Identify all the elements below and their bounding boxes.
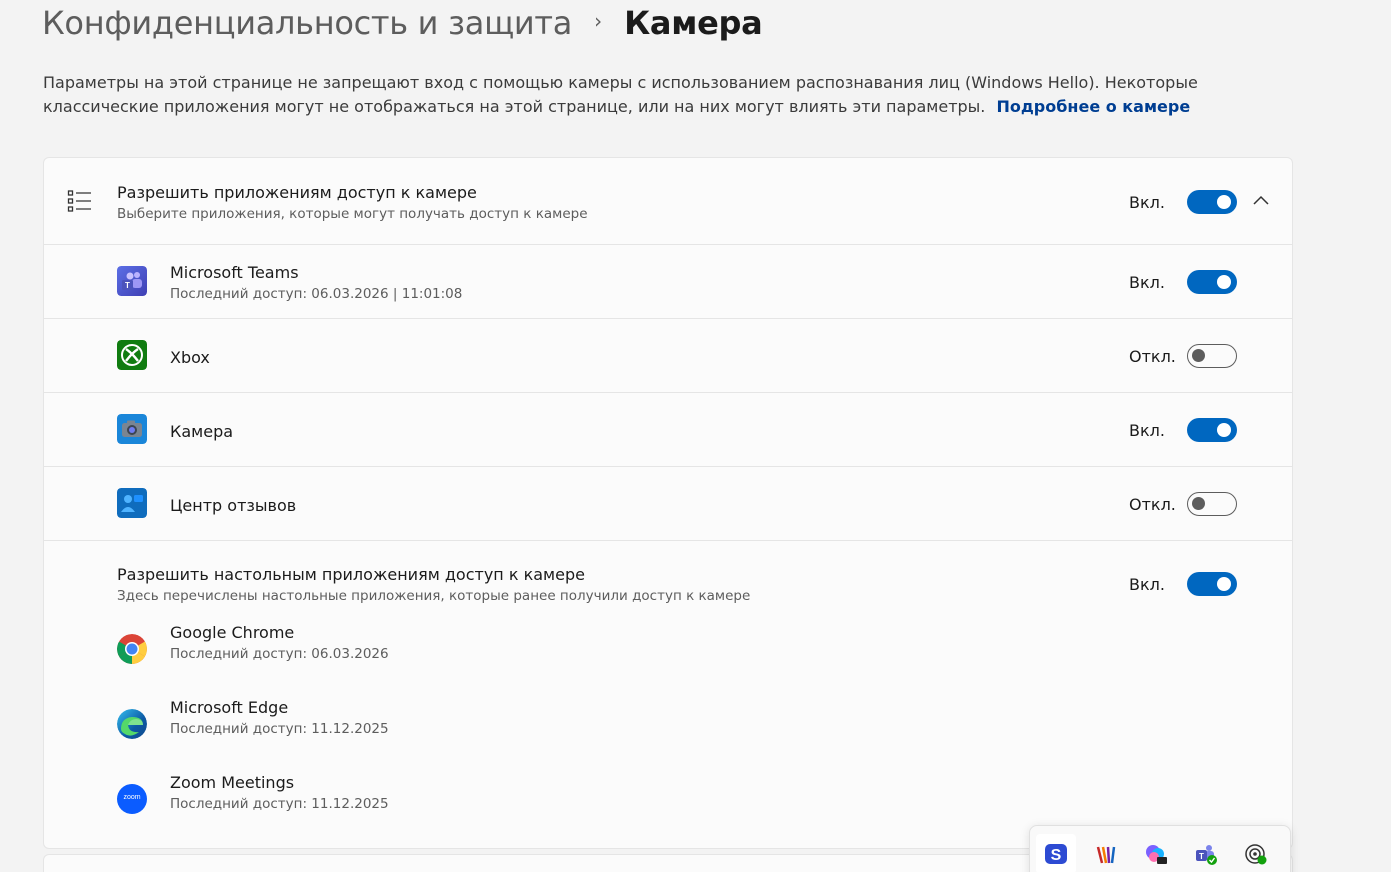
app-toggle-feedback-hub[interactable] [1187,492,1237,516]
app-toggle-camera[interactable] [1187,418,1237,442]
desktop-app-last-access-edge: Последний доступ: 11.12.2025 [170,721,389,737]
zoom-icon-text: zoom [123,794,141,801]
desktop-app-last-access-zoom: Последний доступ: 11.12.2025 [170,796,389,812]
desktop-access-state-label: Вкл. [1129,575,1165,594]
desktop-access-title: Разрешить настольным приложениям доступ … [117,565,585,584]
xbox-icon [117,340,147,370]
skype-icon[interactable]: S [1036,834,1076,872]
app-last-access-teams: Последний доступ: 06.03.2026 | 11:01:08 [170,286,463,302]
app-state-label-teams: Вкл. [1129,273,1165,292]
breadcrumb: Конфиденциальность и защита › Камера [42,4,763,42]
learn-more-link[interactable]: Подробнее о камере [996,97,1190,116]
location-icon[interactable] [1236,834,1276,872]
desktop-access-toggle[interactable] [1187,572,1237,596]
app-row-teams: T Microsoft Teams Последний доступ: 06.0… [44,245,1292,319]
chrome-icon [117,634,147,664]
list-icon [67,189,93,217]
apps-access-title: Разрешить приложениям доступ к камере [117,183,477,202]
desktop-app-name-edge: Microsoft Edge [170,698,289,717]
chevron-up-icon[interactable] [1249,192,1273,210]
breadcrumb-parent-link[interactable]: Конфиденциальность и защита [42,4,572,42]
svg-text:T: T [1199,852,1204,861]
apps-access-row[interactable]: Разрешить приложениям доступ к камере Вы… [44,158,1292,245]
teams-tray-icon[interactable]: T [1186,834,1226,872]
feedback-hub-icon [117,488,147,518]
apps-access-subtitle: Выберите приложения, которые могут получ… [117,206,588,222]
app-row-feedback-hub: Центр отзывов Откл. [44,467,1292,541]
app-toggle-teams[interactable] [1187,270,1237,294]
teams-icon: T [117,266,147,296]
desktop-app-item-chrome: Google Chrome Последний доступ: 06.03.20… [44,617,1292,687]
desktop-app-name-zoom: Zoom Meetings [170,773,295,792]
page-title: Камера [624,4,763,42]
desktop-access-subtitle: Здесь перечислены настольные приложения,… [117,588,751,604]
copilot-icon[interactable] [1136,834,1176,872]
app-name-teams: Microsoft Teams [170,263,299,282]
camera-access-card: Разрешить приложениям доступ к камере Вы… [43,157,1293,849]
app-toggle-xbox[interactable] [1187,344,1237,368]
app-state-label-xbox: Откл. [1129,347,1176,366]
svg-text:T: T [125,281,130,290]
app-name-xbox: Xbox [170,348,210,367]
apps-access-state-label: Вкл. [1129,193,1165,212]
desktop-apps-section: Разрешить настольным приложениям доступ … [44,541,1292,848]
app-row-xbox: Xbox Откл. [44,319,1292,393]
apps-access-toggle[interactable] [1187,190,1237,214]
svg-text:S: S [1051,847,1062,864]
desktop-app-last-access-chrome: Последний доступ: 06.03.2026 [170,646,389,662]
edge-icon [117,709,147,739]
desktop-app-name-chrome: Google Chrome [170,623,295,642]
zoom-icon: zoom [117,784,147,814]
pencil-stripes-icon[interactable] [1086,834,1126,872]
app-name-feedback-hub: Центр отзывов [170,496,297,515]
camera-app-icon [117,414,147,444]
app-row-camera: Камера Вкл. [44,393,1292,467]
desktop-app-item-edge: Microsoft Edge Последний доступ: 11.12.2… [44,692,1292,762]
tray-overflow-flyout: S T [1029,825,1291,872]
breadcrumb-separator-icon: › [594,9,603,33]
app-name-camera: Камера [170,422,234,441]
page-description: Параметры на этой странице не запрещают … [43,71,1293,119]
app-state-label-camera: Вкл. [1129,421,1165,440]
app-state-label-feedback-hub: Откл. [1129,495,1176,514]
